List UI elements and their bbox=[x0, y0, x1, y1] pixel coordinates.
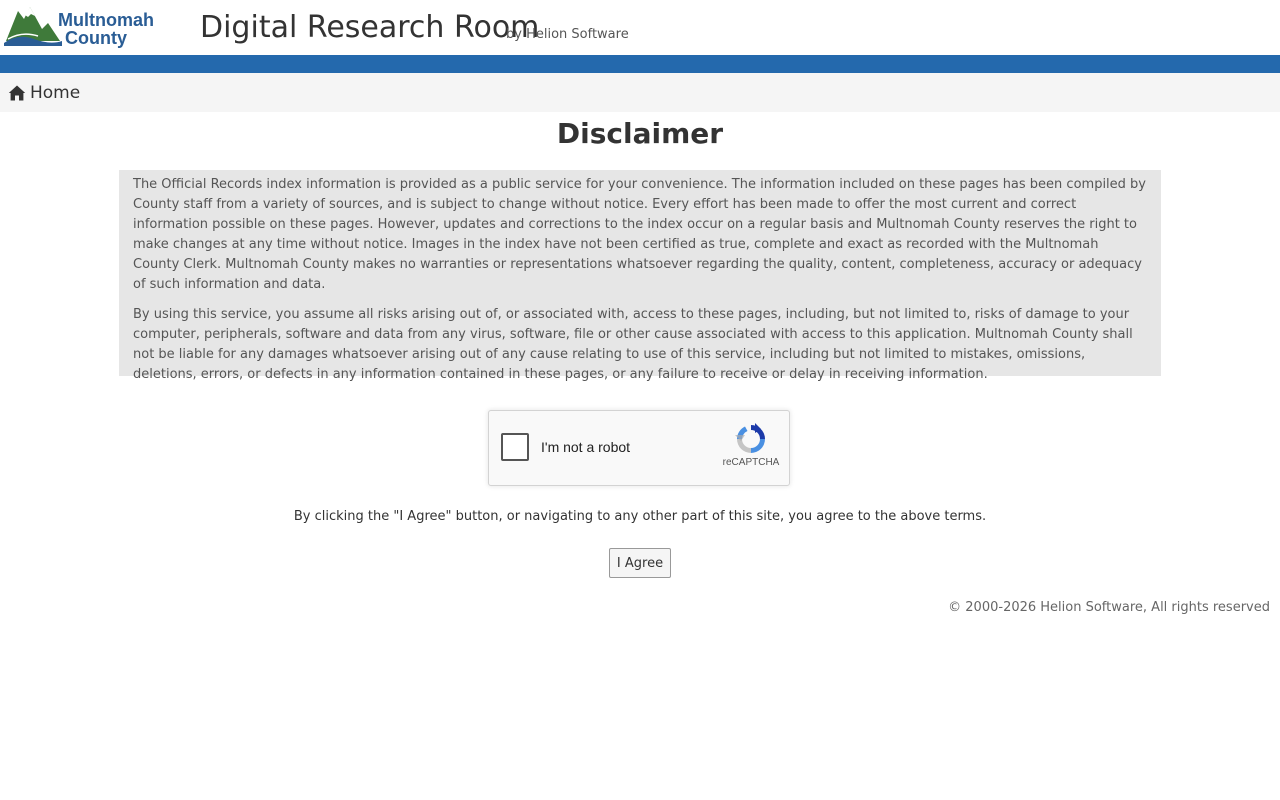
disclaimer-paragraph-1: The Official Records index information i… bbox=[133, 177, 1146, 292]
mountain-logo-icon bbox=[4, 7, 62, 46]
recaptcha-logo-icon bbox=[735, 423, 765, 453]
breadcrumb-nav: Home bbox=[0, 73, 1280, 112]
agree-terms-text: By clicking the "I Agree" button, or nav… bbox=[293, 509, 987, 524]
accent-bar bbox=[0, 55, 1280, 73]
app-subtitle: by Helion Software bbox=[506, 27, 629, 42]
recaptcha-widget: I'm not a robot reCAPTCHA bbox=[488, 410, 790, 486]
recaptcha-checkbox[interactable] bbox=[501, 433, 529, 461]
recaptcha-label: I'm not a robot bbox=[541, 439, 631, 455]
logo-line2: County bbox=[65, 28, 127, 48]
multnomah-county-logo[interactable]: Multnomah County bbox=[4, 3, 154, 49]
disclaimer-paragraph-2: By using this service, you assume all ri… bbox=[133, 307, 1133, 382]
home-label: Home bbox=[30, 83, 81, 103]
logo-line1: Multnomah bbox=[58, 10, 154, 30]
copyright-footer: © 2000-2026 Helion Software, All rights … bbox=[948, 600, 1270, 615]
disclaimer-box: The Official Records index information i… bbox=[119, 170, 1161, 382]
app-title: Digital Research Room bbox=[200, 10, 540, 45]
app-header: Multnomah County Digital Research Room b… bbox=[0, 0, 1280, 55]
home-link[interactable]: Home bbox=[8, 82, 80, 104]
i-agree-button[interactable]: I Agree bbox=[609, 548, 671, 578]
page-title: Disclaimer bbox=[556, 117, 724, 150]
logo-text: Multnomah County bbox=[58, 11, 154, 47]
recaptcha-brand: reCAPTCHA bbox=[722, 457, 780, 468]
home-icon bbox=[8, 85, 26, 101]
